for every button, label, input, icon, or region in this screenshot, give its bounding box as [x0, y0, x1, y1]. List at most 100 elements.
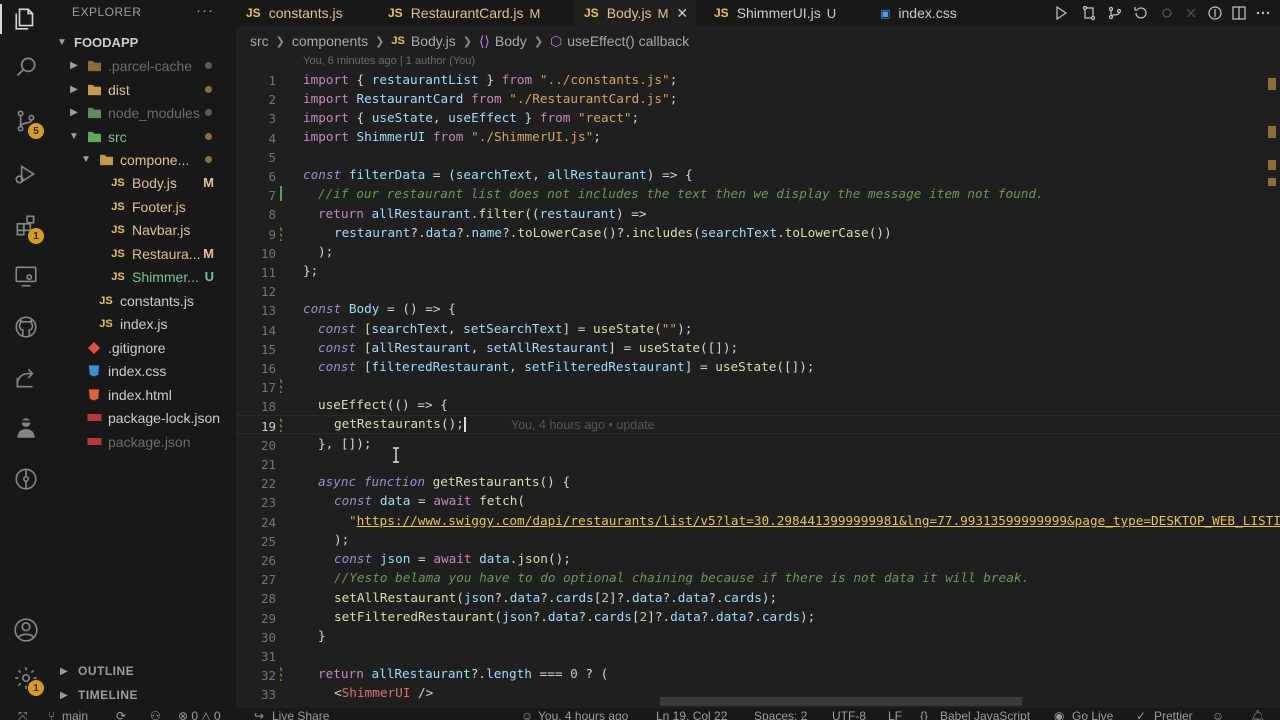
- compare-changes-icon[interactable]: [1080, 4, 1098, 22]
- tree-item-gitignore[interactable]: .gitignore: [52, 336, 236, 359]
- explorer-icon[interactable]: [12, 5, 40, 33]
- code-line: const json = await data.json();: [334, 551, 571, 566]
- split-editor-icon[interactable]: [1230, 4, 1248, 22]
- search-icon[interactable]: [12, 53, 40, 81]
- tab-status: U: [826, 5, 837, 21]
- more-actions-icon[interactable]: ···: [196, 2, 214, 19]
- tree-item-node-modules[interactable]: ▶ node_modules: [52, 101, 236, 124]
- extensions-icon[interactable]: 1: [12, 212, 44, 244]
- notifications-icon[interactable]: 🔔︎: [1250, 709, 1265, 720]
- gitlens-icon[interactable]: [12, 465, 40, 493]
- go-live-button[interactable]: Go Live: [1072, 709, 1113, 720]
- account-sync-icon[interactable]: ⚇: [150, 709, 161, 720]
- branch-name[interactable]: main: [62, 709, 88, 720]
- js-file-icon: JS: [111, 223, 125, 236]
- tree-item-parcel-cache[interactable]: ▶ .parcel-cache: [52, 54, 236, 77]
- js-file-icon: JS: [111, 270, 125, 283]
- sync-icon[interactable]: ⟳: [116, 709, 126, 720]
- tree-item-shimmer[interactable]: JS Shimmer... U: [52, 265, 236, 288]
- tree-item-index-html[interactable]: index.html: [52, 383, 236, 406]
- tab-constants-js[interactable]: JS constants.js: [236, 0, 370, 26]
- horizontal-scrollbar[interactable]: [660, 697, 1022, 706]
- tree-item-package-lock-json[interactable]: package-lock.json: [52, 406, 236, 429]
- live-share-icon[interactable]: [12, 364, 40, 392]
- outline-section[interactable]: ▶ OUTLINE: [52, 660, 236, 682]
- tree-item-package-json[interactable]: package.json: [52, 430, 236, 453]
- tree-item-src[interactable]: ▼ src: [52, 125, 236, 148]
- tab-label: RestaurantCard.js: [410, 5, 524, 21]
- remote-explorer-icon[interactable]: [12, 262, 40, 290]
- accounts-icon[interactable]: [12, 616, 40, 644]
- inline-blame[interactable]: You, 4 hours ago • update: [511, 418, 655, 432]
- branch-compare-icon[interactable]: [1106, 4, 1124, 22]
- github-icon[interactable]: [12, 313, 40, 341]
- indentation[interactable]: Spaces: 2: [754, 709, 807, 720]
- prettier-status[interactable]: Prettier: [1154, 709, 1193, 720]
- run-debug-icon[interactable]: [12, 160, 40, 188]
- next-change-icon[interactable]: [1182, 4, 1200, 22]
- breadcrumb-symbol[interactable]: Body: [495, 33, 527, 49]
- run-icon[interactable]: [1052, 4, 1070, 22]
- breadcrumb-callback[interactable]: useEffect() callback: [567, 33, 689, 49]
- remote-icon[interactable]: ⤧: [18, 709, 28, 720]
- timeline-icon[interactable]: [1206, 4, 1224, 22]
- live-share-button[interactable]: Live Share: [272, 709, 329, 720]
- code-line: );: [318, 244, 334, 259]
- tree-item-body-js[interactable]: JS Body.js M: [52, 171, 236, 194]
- ruler-change-mark: [1268, 126, 1276, 138]
- tree-item-label: index.css: [108, 362, 167, 379]
- tree-item-index-js[interactable]: JS index.js: [52, 312, 236, 335]
- line-number: 5: [268, 149, 276, 165]
- folder-icon: [86, 130, 102, 144]
- close-icon[interactable]: ✕: [676, 5, 688, 22]
- breadcrumb-components[interactable]: components: [292, 33, 368, 49]
- more-actions-icon[interactable]: [1254, 4, 1272, 22]
- css-file-icon: [86, 364, 102, 378]
- workspace-root-label: FOODAPP: [74, 35, 139, 50]
- code-line: const Body = () => {: [303, 301, 456, 316]
- code-editor[interactable]: You, 6 minutes ago | 1 author (You) 1234…: [236, 52, 1280, 708]
- tree-item-index-css[interactable]: index.css: [52, 359, 236, 382]
- tab-shimmerui-js[interactable]: JS ShimmerUI.js U: [704, 0, 854, 26]
- css-file-icon: ▣: [880, 7, 891, 20]
- cursor-position[interactable]: Ln 19, Col 22: [656, 709, 727, 720]
- encoding[interactable]: UTF-8: [832, 709, 866, 720]
- chevron-down-icon: ▼: [69, 131, 79, 142]
- breadcrumb: src ❯ components ❯ JS Body.js ❯ ⟨⟩ Body …: [236, 30, 689, 52]
- breadcrumb-file[interactable]: Body.js: [411, 33, 456, 49]
- tab-restaurantcard-js[interactable]: JS RestaurantCard.js M: [378, 0, 568, 26]
- js-file-icon: JS: [99, 317, 113, 330]
- workspace-root[interactable]: ▼ FOODAPP: [52, 31, 236, 54]
- language-mode[interactable]: Babel JavaScript: [940, 709, 1030, 720]
- tree-item-compone[interactable]: ▼ compone...: [52, 148, 236, 171]
- tree-item-restaura[interactable]: JS Restaura... M: [52, 242, 236, 265]
- previous-change-icon[interactable]: [1158, 4, 1176, 22]
- active-indicator: [0, 4, 2, 34]
- tree-item-label: Navbar.js: [132, 221, 191, 238]
- tree-item-footer-js[interactable]: JS Footer.js: [52, 195, 236, 218]
- tab-body-js[interactable]: JS Body.js M ✕: [574, 0, 696, 26]
- tab-index-css[interactable]: ▣ index.css: [872, 0, 992, 26]
- problems-indicator[interactable]: ⊗ 0 △ 0: [178, 709, 221, 720]
- tree-item-navbar-js[interactable]: JS Navbar.js: [52, 218, 236, 241]
- end-of-line[interactable]: LF: [888, 709, 902, 720]
- overview-ruler[interactable]: [1264, 52, 1280, 708]
- tree-item-dist[interactable]: ▶ dist: [52, 78, 236, 101]
- manage-gear-icon[interactable]: 1: [12, 664, 44, 696]
- docker-icon[interactable]: [12, 414, 40, 442]
- fetch-url-link[interactable]: https://www.swiggy.com/dapi/restaurants/…: [357, 513, 1280, 528]
- feedback-icon[interactable]: ☺: [1212, 709, 1224, 720]
- revert-icon[interactable]: [1132, 4, 1150, 22]
- source-control-icon[interactable]: 5: [12, 107, 44, 139]
- codelens-blame[interactable]: You, 6 minutes ago | 1 author (You): [303, 55, 475, 67]
- tree-item-label: Body.js: [132, 174, 177, 191]
- blame-status[interactable]: You, 4 hours ago: [538, 709, 628, 720]
- line-number: 18: [260, 399, 276, 415]
- code-line: import { restaurantList } from "../const…: [303, 72, 678, 87]
- tree-item-constants-js[interactable]: JS constants.js: [52, 289, 236, 312]
- js-file-icon: JS: [584, 6, 599, 20]
- tree-item-label: Restaura...: [132, 245, 201, 262]
- breadcrumb-src[interactable]: src: [250, 33, 269, 49]
- tree-item-label: .gitignore: [108, 339, 166, 356]
- timeline-section[interactable]: ▶ TIMELINE: [52, 684, 236, 706]
